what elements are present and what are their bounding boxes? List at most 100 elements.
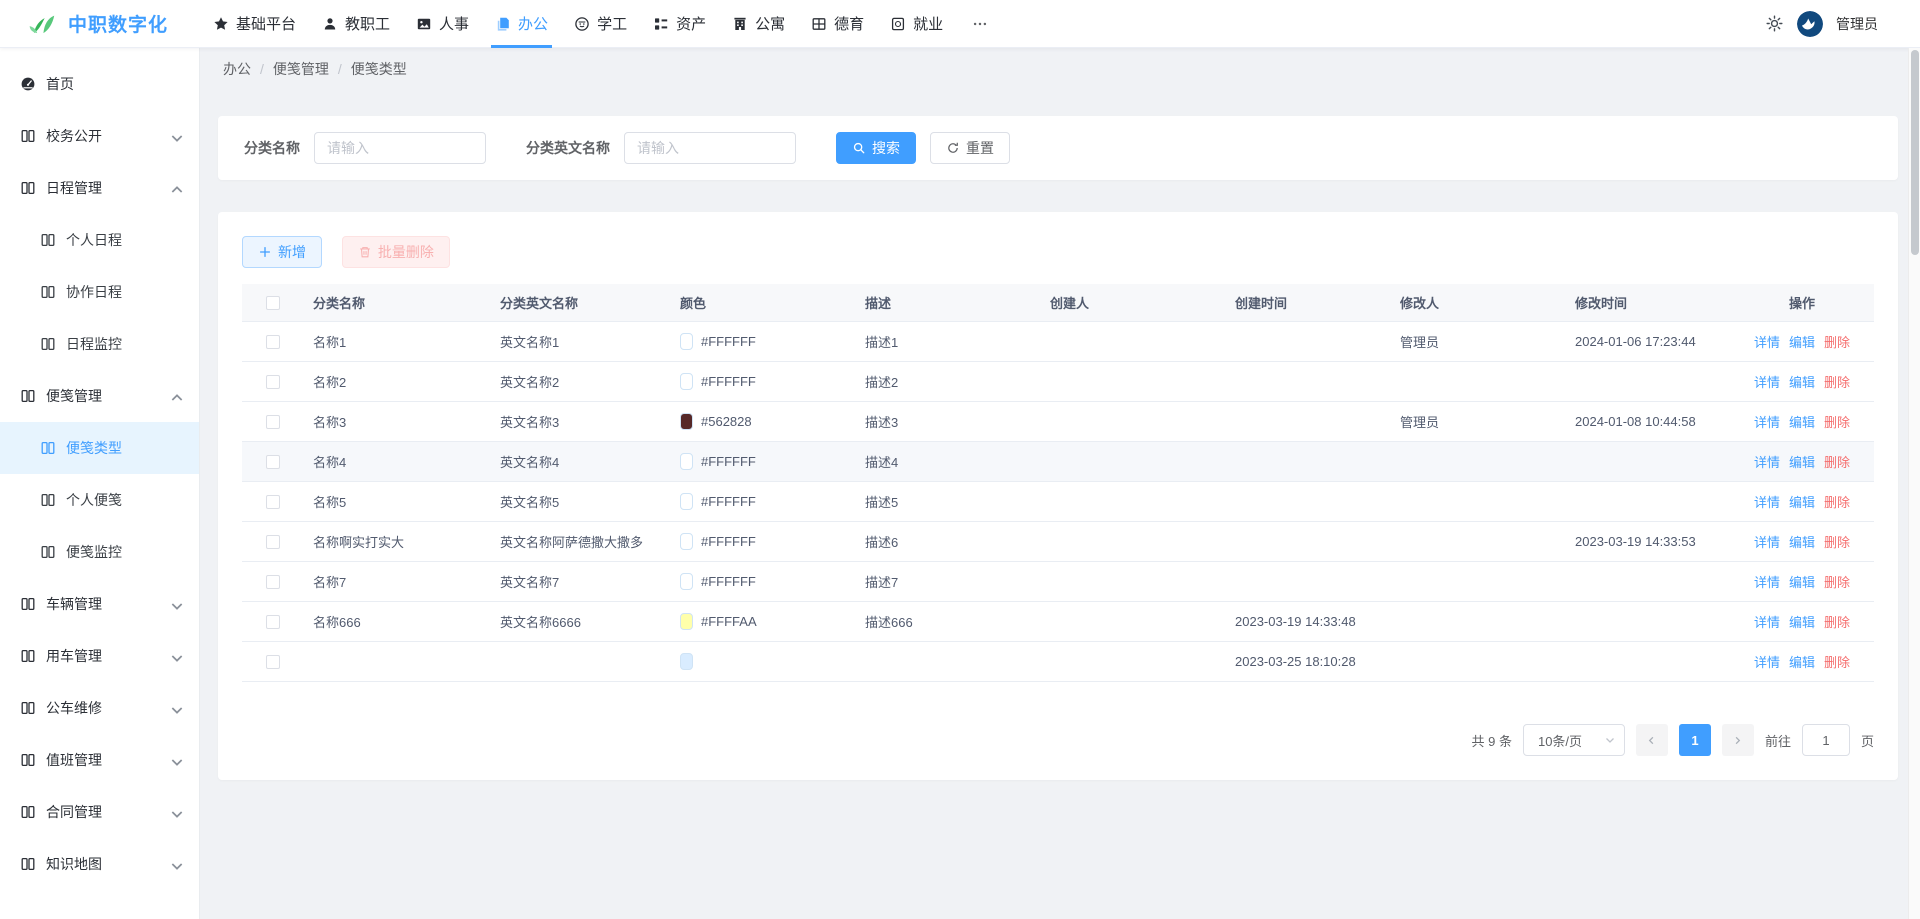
category-en-name-label: 分类英文名称 (526, 138, 610, 158)
delete-link[interactable]: 删除 (1824, 492, 1850, 511)
detail-link[interactable]: 详情 (1754, 452, 1780, 471)
edit-link[interactable]: 编辑 (1789, 332, 1815, 351)
memo-type-table: 分类名称 分类英文名称 颜色 描述 创建人 创建时间 修改人 修改时间 操作 名… (242, 284, 1874, 682)
edit-link[interactable]: 编辑 (1789, 492, 1815, 511)
sidebar-item-collab-schedule[interactable]: 协作日程 (0, 266, 199, 318)
breadcrumb-office[interactable]: 办公 (223, 59, 251, 79)
delete-link[interactable]: 删除 (1824, 452, 1850, 471)
edit-link[interactable]: 编辑 (1789, 572, 1815, 591)
row-checkbox[interactable] (266, 375, 280, 389)
detail-link[interactable]: 详情 (1754, 332, 1780, 351)
scrollbar-thumb[interactable] (1911, 50, 1919, 255)
row-checkbox[interactable] (266, 495, 280, 509)
select-all-checkbox[interactable] (266, 296, 280, 310)
detail-link[interactable]: 详情 (1754, 492, 1780, 511)
nav-label: 公寓 (755, 13, 785, 34)
row-checkbox[interactable] (266, 615, 280, 629)
page-size-select[interactable]: 10条/页 (1523, 724, 1625, 756)
delete-link[interactable]: 删除 (1824, 652, 1850, 671)
cell-actions: 详情 编辑 删除 (1730, 532, 1874, 551)
delete-link[interactable]: 删除 (1824, 532, 1850, 551)
reset-button[interactable]: 重置 (930, 132, 1010, 164)
breadcrumb-separator: / (260, 61, 264, 77)
cell-color: #FFFFFF (670, 573, 855, 590)
brand-logo[interactable]: 中职数字化 (0, 10, 200, 37)
delete-link[interactable]: 删除 (1824, 372, 1850, 391)
next-page-button[interactable] (1722, 724, 1754, 756)
sidebar-item-knowledge-map[interactable]: 知识地图 (0, 838, 199, 890)
sidebar-item-schedule-mgmt[interactable]: 日程管理 (0, 162, 199, 214)
star-icon (213, 16, 229, 32)
user-avatar[interactable] (1797, 11, 1823, 37)
delete-link[interactable]: 删除 (1824, 412, 1850, 431)
sidebar-item-vehicle-mgmt[interactable]: 车辆管理 (0, 578, 199, 630)
category-en-name-input[interactable] (624, 132, 796, 164)
edit-link[interactable]: 编辑 (1789, 652, 1815, 671)
row-checkbox[interactable] (266, 655, 280, 669)
sidebar-item-schedule-monitor[interactable]: 日程监控 (0, 318, 199, 370)
category-name-input[interactable] (314, 132, 486, 164)
page-number-1[interactable]: 1 (1679, 724, 1711, 756)
nav-item-platform[interactable]: 基础平台 (200, 0, 309, 47)
book-icon (40, 232, 56, 248)
primary-nav: 基础平台 教职工 人事 办公 学工 资产 公寓 德育 (200, 0, 1004, 47)
breadcrumb-memo-mgmt[interactable]: 便笺管理 (273, 59, 329, 79)
table-card: 新增 批量删除 分类名称 分类英文名称 颜色 描述 创建人 创建时间 修改人 (218, 212, 1898, 780)
add-button[interactable]: 新增 (242, 236, 322, 268)
color-hex: #FFFFFF (701, 334, 756, 349)
nav-item-office[interactable]: 办公 (482, 0, 561, 47)
row-checkbox[interactable] (266, 575, 280, 589)
nav-item-hr[interactable]: 人事 (403, 0, 482, 47)
cell-name: 名称3 (303, 412, 490, 431)
detail-link[interactable]: 详情 (1754, 532, 1780, 551)
row-checkbox[interactable] (266, 535, 280, 549)
delete-link[interactable]: 删除 (1824, 572, 1850, 591)
nav-item-assets[interactable]: 资产 (640, 0, 719, 47)
cell-name: 名称2 (303, 372, 490, 391)
nav-item-apartment[interactable]: 公寓 (719, 0, 798, 47)
sidebar-item-memo-type[interactable]: 便笺类型 (0, 422, 199, 474)
sidebar-item-personal-memo[interactable]: 个人便笺 (0, 474, 199, 526)
nav-item-staff[interactable]: 教职工 (309, 0, 403, 47)
sidebar-item-bus-repair[interactable]: 公车维修 (0, 682, 199, 734)
sidebar-item-contract-mgmt[interactable]: 合同管理 (0, 786, 199, 838)
detail-link[interactable]: 详情 (1754, 612, 1780, 631)
detail-link[interactable]: 详情 (1754, 652, 1780, 671)
cell-modifier: 管理员 (1390, 332, 1565, 351)
goto-page-input[interactable] (1802, 724, 1850, 756)
nav-item-moral[interactable]: 德育 (798, 0, 877, 47)
sidebar-item-memo-monitor[interactable]: 便笺监控 (0, 526, 199, 578)
cell-actions: 详情 编辑 删除 (1730, 612, 1874, 631)
cell-en-name: 英文名称5 (490, 492, 670, 511)
settings-gear-icon[interactable] (1765, 14, 1784, 33)
delete-link[interactable]: 删除 (1824, 332, 1850, 351)
sidebar-item-car-use-mgmt[interactable]: 用车管理 (0, 630, 199, 682)
user-name[interactable]: 管理员 (1836, 14, 1878, 34)
edit-link[interactable]: 编辑 (1789, 412, 1815, 431)
color-swatch (680, 573, 693, 590)
edit-link[interactable]: 编辑 (1789, 532, 1815, 551)
row-checkbox[interactable] (266, 415, 280, 429)
nav-item-students[interactable]: 学工 (561, 0, 640, 47)
sidebar-item-home[interactable]: 首页 (0, 58, 199, 110)
detail-link[interactable]: 详情 (1754, 412, 1780, 431)
nav-more-button[interactable] (956, 0, 1004, 47)
cell-en-name: 英文名称4 (490, 452, 670, 471)
cell-en-name: 英文名称3 (490, 412, 670, 431)
edit-link[interactable]: 编辑 (1789, 372, 1815, 391)
sidebar-item-memo-mgmt[interactable]: 便笺管理 (0, 370, 199, 422)
detail-link[interactable]: 详情 (1754, 372, 1780, 391)
row-checkbox[interactable] (266, 335, 280, 349)
search-button[interactable]: 搜索 (836, 132, 916, 164)
sidebar-item-school-affairs[interactable]: 校务公开 (0, 110, 199, 162)
edit-link[interactable]: 编辑 (1789, 612, 1815, 631)
prev-page-button[interactable] (1636, 724, 1668, 756)
detail-link[interactable]: 详情 (1754, 572, 1780, 591)
edit-link[interactable]: 编辑 (1789, 452, 1815, 471)
nav-item-employment[interactable]: 就业 (877, 0, 956, 47)
sidebar-item-personal-schedule[interactable]: 个人日程 (0, 214, 199, 266)
row-checkbox[interactable] (266, 455, 280, 469)
sidebar-item-duty-mgmt[interactable]: 值班管理 (0, 734, 199, 786)
delete-link[interactable]: 删除 (1824, 612, 1850, 631)
batch-delete-button[interactable]: 批量删除 (342, 236, 450, 268)
